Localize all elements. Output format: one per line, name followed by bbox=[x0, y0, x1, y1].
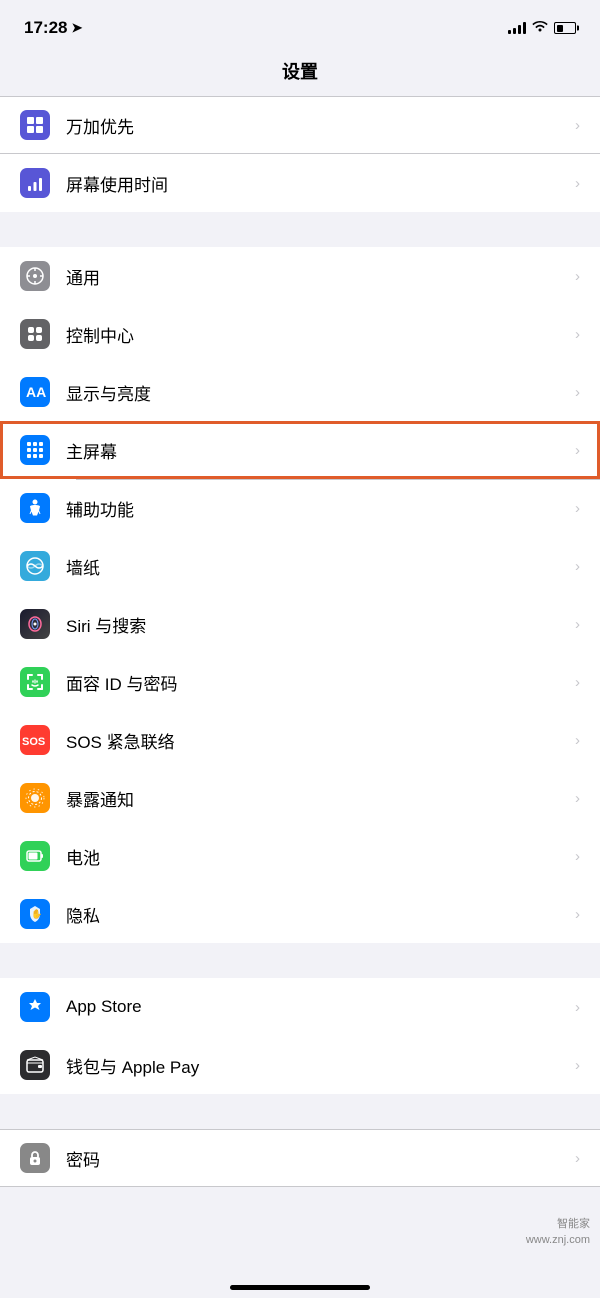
settings-group-1: 万加优先 › 屏幕使用时间 › bbox=[0, 96, 600, 212]
list-item[interactable]: ✋ 隐私 › bbox=[0, 885, 600, 943]
chevron-right-icon: › bbox=[575, 558, 580, 575]
list-item[interactable]: 辅助功能 › bbox=[0, 479, 600, 537]
section-gap bbox=[0, 212, 600, 247]
watermark-line1: 智能家 bbox=[526, 1217, 590, 1232]
page-title: 设置 bbox=[0, 58, 600, 84]
homescreen-label: 主屏幕 bbox=[66, 438, 575, 463]
section-gap-3 bbox=[0, 1094, 600, 1129]
chevron-right-icon: › bbox=[575, 326, 580, 343]
home-indicator bbox=[230, 1285, 370, 1290]
chevron-right-icon: › bbox=[575, 616, 580, 633]
accessibility-label: 辅助功能 bbox=[66, 496, 575, 521]
section-3: App Store › 钱包与 Apple Pay › bbox=[0, 978, 600, 1094]
list-item[interactable]: 屏幕使用时间 › bbox=[0, 154, 600, 212]
general-label: 通用 bbox=[66, 264, 575, 289]
list-item[interactable]: App Store › bbox=[0, 978, 600, 1036]
chevron-right-icon: › bbox=[575, 999, 580, 1016]
appstore-icon bbox=[20, 992, 50, 1022]
svg-text:SOS: SOS bbox=[22, 736, 45, 747]
exposure-icon bbox=[20, 783, 50, 813]
signal-icon bbox=[508, 22, 526, 34]
partial-label: 万加优先 bbox=[66, 113, 575, 138]
wallpaper-icon bbox=[20, 551, 50, 581]
status-bar: 17:28 ➤ bbox=[0, 0, 600, 50]
watermark: 智能家 www.znj.com bbox=[526, 1217, 590, 1248]
homescreen-icon bbox=[20, 435, 50, 465]
chevron-right-icon: › bbox=[575, 175, 580, 192]
list-item[interactable]: 钱包与 Apple Pay › bbox=[0, 1036, 600, 1094]
page-title-bar: 设置 bbox=[0, 50, 600, 96]
siri-icon bbox=[20, 609, 50, 639]
wallet-icon bbox=[20, 1050, 50, 1080]
faceid-label: 面容 ID 与密码 bbox=[66, 670, 575, 695]
chevron-right-icon: › bbox=[575, 1150, 580, 1167]
privacy-icon: ✋ bbox=[20, 899, 50, 929]
chevron-right-icon: › bbox=[575, 732, 580, 749]
time-label: 17:28 bbox=[24, 18, 67, 38]
list-item[interactable]: 墙纸 › bbox=[0, 537, 600, 595]
privacy-label: 隐私 bbox=[66, 902, 575, 927]
chevron-right-icon: › bbox=[575, 790, 580, 807]
list-item[interactable]: SOS SOS 紧急联络 › bbox=[0, 711, 600, 769]
chevron-right-icon: › bbox=[575, 1057, 580, 1074]
homescreen-item[interactable]: 主屏幕 › bbox=[0, 421, 600, 479]
battery-icon bbox=[554, 22, 576, 34]
chevron-right-icon: › bbox=[575, 906, 580, 923]
exposure-label: 暴露通知 bbox=[66, 786, 575, 811]
chevron-right-icon: › bbox=[575, 268, 580, 285]
display-icon: AA bbox=[20, 377, 50, 407]
partial-icon-svg bbox=[25, 115, 45, 135]
chevron-right-icon: › bbox=[575, 674, 580, 691]
display-label: 显示与亮度 bbox=[66, 380, 575, 405]
list-item[interactable]: 控制中心 › bbox=[0, 305, 600, 363]
location-arrow-icon: ➤ bbox=[71, 20, 82, 36]
section-2: 通用 › 控制中心 › AA 显示与亮度 bbox=[0, 247, 600, 943]
chevron-right-icon: › bbox=[575, 117, 580, 134]
settings-group-2: 通用 › 控制中心 › AA 显示与亮度 bbox=[0, 247, 600, 943]
screentime-label: 屏幕使用时间 bbox=[66, 171, 575, 196]
sos-label: SOS 紧急联络 bbox=[66, 728, 575, 753]
password-icon bbox=[20, 1143, 50, 1173]
list-item[interactable]: 万加优先 › bbox=[0, 96, 600, 154]
watermark-line2: www.znj.com bbox=[526, 1233, 590, 1248]
section-gap-2 bbox=[0, 943, 600, 978]
general-icon bbox=[20, 261, 50, 291]
wallet-label: 钱包与 Apple Pay bbox=[66, 1053, 575, 1078]
list-item[interactable]: Siri 与搜索 › bbox=[0, 595, 600, 653]
appstore-label: App Store bbox=[66, 997, 575, 1017]
battery-label: 电池 bbox=[66, 844, 575, 869]
status-time: 17:28 ➤ bbox=[24, 18, 82, 38]
svg-text:AA: AA bbox=[26, 384, 46, 400]
section-1: 万加优先 › 屏幕使用时间 › bbox=[0, 96, 600, 212]
chevron-right-icon: › bbox=[575, 500, 580, 517]
status-icons bbox=[508, 20, 576, 36]
svg-text:✋: ✋ bbox=[31, 908, 42, 919]
list-item[interactable]: 暴露通知 › bbox=[0, 769, 600, 827]
partial-bottom-group: 密码 › bbox=[0, 1129, 600, 1187]
controlcenter-label: 控制中心 bbox=[66, 322, 575, 347]
battery-settings-icon bbox=[20, 841, 50, 871]
chevron-right-icon: › bbox=[575, 384, 580, 401]
chevron-right-icon: › bbox=[575, 848, 580, 865]
list-item[interactable]: 密码 › bbox=[0, 1129, 600, 1187]
settings-group-3: App Store › 钱包与 Apple Pay › bbox=[0, 978, 600, 1094]
accessibility-icon bbox=[20, 493, 50, 523]
list-item[interactable]: 通用 › bbox=[0, 247, 600, 305]
wifi-icon bbox=[532, 20, 548, 36]
screentime-icon bbox=[20, 168, 50, 198]
controlcenter-icon bbox=[20, 319, 50, 349]
chevron-right-icon: › bbox=[575, 442, 580, 459]
list-item[interactable]: 电池 › bbox=[0, 827, 600, 885]
partial-icon bbox=[20, 110, 50, 140]
wallpaper-label: 墙纸 bbox=[66, 554, 575, 579]
faceid-icon bbox=[20, 667, 50, 697]
list-item[interactable]: 面容 ID 与密码 › bbox=[0, 653, 600, 711]
siri-label: Siri 与搜索 bbox=[66, 612, 575, 637]
password-label: 密码 bbox=[66, 1146, 575, 1171]
sos-icon: SOS bbox=[20, 725, 50, 755]
list-item[interactable]: AA 显示与亮度 › bbox=[0, 363, 600, 421]
